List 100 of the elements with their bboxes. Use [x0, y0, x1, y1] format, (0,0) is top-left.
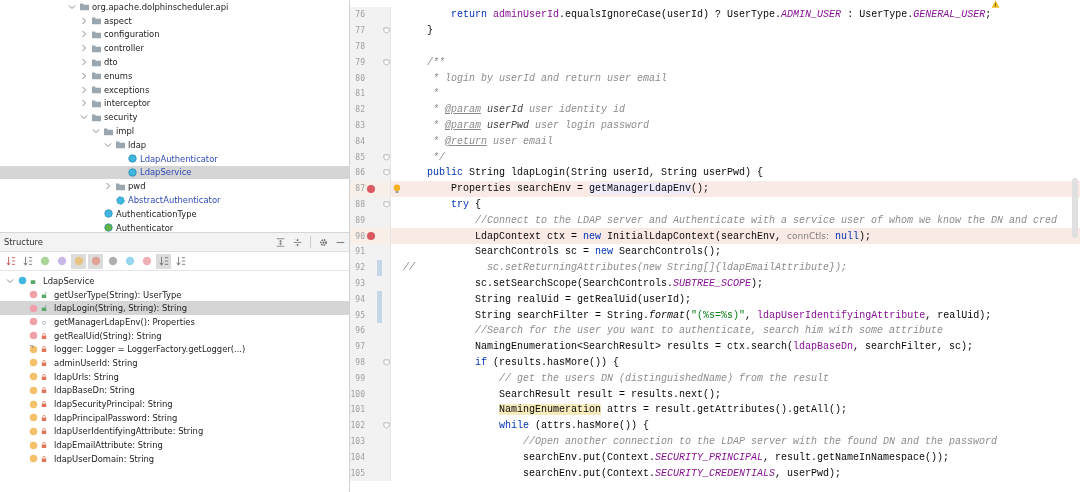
tree-item[interactable]: exceptions — [0, 82, 349, 97]
structure-item[interactable]: getManagerLdapEnv(): Properties — [0, 315, 349, 329]
tree-item[interactable]: controller — [0, 41, 349, 56]
line-number: 76 — [354, 10, 365, 20]
code-line: public String ldapLogin(String userId, String userPwd) { — [426, 167, 764, 179]
chevron-icon[interactable] — [80, 113, 88, 122]
fold-icon[interactable] — [382, 153, 390, 161]
line-number: 81 — [354, 89, 365, 99]
structure-item[interactable]: logger: Logger = LoggerFactory.getLogger(...) — [0, 342, 349, 357]
fold-icon[interactable] — [382, 58, 390, 66]
line-number: 97 — [354, 342, 365, 352]
chevron-icon[interactable] — [104, 182, 112, 191]
structure-item[interactable]: ldapUserIdentifyingAttribute: String — [0, 424, 349, 439]
structure-item[interactable]: ldapEmailAttribute: String — [0, 438, 349, 452]
tree-item[interactable]: AbstractAuthenticator — [0, 193, 349, 207]
tree-item[interactable]: pwd — [0, 179, 349, 194]
fold-icon[interactable] — [382, 200, 390, 208]
line-number: 82 — [354, 105, 365, 115]
code-line: String realUid = getRealUid(userId); — [474, 293, 692, 305]
tree-item[interactable]: LdapService — [0, 274, 349, 288]
chevron-icon[interactable] — [80, 16, 88, 25]
code-line: searchEnv.put(Context.SECURITY_CREDENTIALS, userPwd); — [522, 467, 842, 479]
tree-item[interactable]: LdapAuthenticator — [0, 151, 349, 166]
tree-item[interactable]: interceptor — [0, 96, 349, 111]
breakpoint-icon[interactable] — [367, 184, 375, 193]
code-line: NamingEnumeration attrs = result.getAttributes().getAll(); — [498, 404, 848, 416]
code-line: //Search for the user you want to authenticate, search him with some attribute — [474, 325, 944, 337]
tree-item[interactable]: security — [0, 110, 349, 125]
structure-item[interactable]: ldapBaseDn: String — [0, 383, 349, 398]
breakpoint-icon[interactable] — [367, 232, 375, 241]
structure-item[interactable]: getRealUid(String): String — [0, 328, 349, 343]
chevron-icon[interactable] — [80, 44, 88, 53]
tree-item[interactable]: org.apache.dolphinscheduler.api — [0, 0, 349, 14]
line-number: 89 — [354, 215, 365, 225]
tree-item[interactable]: aspect — [0, 13, 349, 28]
code-line: // get the users DN (distinguishedName) from the result — [498, 372, 830, 384]
structure-item[interactable]: ldapUrls: String — [0, 369, 349, 384]
lightbulb-icon[interactable] — [393, 183, 401, 194]
lock-icon — [41, 414, 47, 421]
tree-item[interactable]: configuration — [0, 27, 349, 42]
unlocked-icon — [41, 305, 47, 312]
chevron-icon[interactable] — [80, 85, 88, 94]
structure-item[interactable]: ldapSecurityPrincipal: String — [0, 397, 349, 411]
line-number: 93 — [354, 278, 365, 288]
line-number: 95 — [354, 310, 365, 320]
chevron-icon[interactable] — [6, 276, 14, 285]
warning-icon[interactable] — [991, 0, 1000, 8]
code-line: LdapContext ctx = new InitialLdapContext(searchEnv, connCtls: null); — [474, 230, 872, 242]
chevron-icon[interactable] — [80, 58, 88, 67]
tree-item[interactable]: dto — [0, 55, 349, 69]
line-number: 87 — [354, 184, 365, 194]
code-line: */ — [432, 151, 446, 163]
line-number: 86 — [354, 168, 365, 178]
tree-item[interactable]: AuthenticationType — [0, 206, 349, 221]
chevron-icon[interactable] — [80, 71, 88, 80]
autoscroll-to-toggle[interactable] — [156, 253, 171, 269]
tree-item[interactable]: LdapService — [0, 165, 349, 180]
fields-toggle[interactable] — [71, 253, 86, 269]
chevron-icon[interactable] — [92, 127, 100, 136]
tree-item[interactable]: Authenticator — [0, 220, 349, 232]
code-line: //Connect to the LDAP server and Authenticate with a service user of whom we know the DN and cred — [474, 214, 1058, 226]
lock-icon — [41, 401, 47, 408]
lock-icon — [41, 387, 47, 394]
static-field-icon — [29, 344, 38, 354]
lock-icon — [41, 332, 47, 339]
collapse-all-icon[interactable] — [293, 237, 302, 247]
expand-all-icon[interactable] — [276, 237, 285, 247]
chevron-icon[interactable] — [80, 30, 88, 39]
fold-icon[interactable] — [382, 169, 390, 177]
line-number: 84 — [354, 136, 365, 146]
non-public-toggle[interactable] — [88, 253, 103, 269]
code-line: SearchControls sc = new SearchControls(); — [474, 246, 722, 258]
panel-title: Structure — [4, 237, 43, 247]
settings-icon[interactable] — [319, 237, 328, 247]
chevron-icon[interactable] — [80, 99, 88, 108]
structure-item[interactable]: ldapPrincipalPassword: String — [0, 410, 349, 425]
chevron-icon[interactable] — [104, 140, 112, 149]
tree-item[interactable]: impl — [0, 124, 349, 138]
structure-item[interactable]: adminUserId: String — [0, 356, 349, 370]
code-line: Properties searchEnv = getManagerLdapEnv(); — [450, 183, 710, 195]
class-icon — [18, 276, 27, 286]
structure-item[interactable]: getUserType(String): UserType — [0, 287, 349, 302]
fold-icon[interactable] — [382, 27, 390, 35]
fold-icon[interactable] — [382, 358, 390, 366]
chevron-icon[interactable] — [68, 2, 76, 11]
code-line: * — [432, 88, 440, 100]
code-line: return adminUserId.equalsIgnoreCase(userId) ? UserType.ADMIN_USER : UserType.GENERAL_USER; — [450, 9, 992, 21]
scrollbar-thumb[interactable] — [1072, 178, 1078, 238]
tree-item[interactable]: ldap — [0, 137, 349, 152]
tree-item[interactable]: enums — [0, 69, 349, 83]
structure-item[interactable]: ldapLogin(String, String): String — [0, 301, 349, 316]
interface-icon — [104, 223, 113, 232]
code-line: sc.setSearchScope(SearchControls.SUBTREE_SCOPE); — [474, 277, 764, 289]
lock-icon — [41, 373, 47, 380]
fold-icon[interactable] — [382, 422, 390, 430]
code-line: try { — [450, 198, 482, 210]
structure-item[interactable]: ldapUserDomain: String — [0, 451, 349, 466]
folder-icon — [116, 181, 125, 191]
line-number: 103 — [350, 436, 365, 446]
line-number: 91 — [354, 247, 365, 257]
